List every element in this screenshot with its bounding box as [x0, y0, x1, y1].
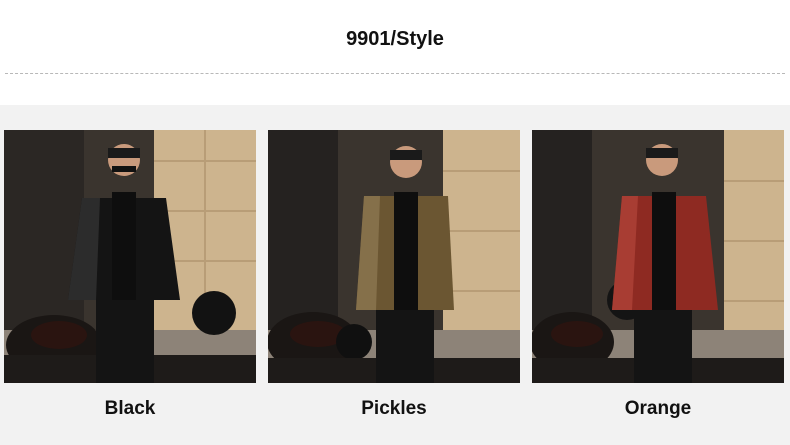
- dashed-divider: [5, 73, 785, 74]
- page-title: 9901/Style: [346, 28, 444, 50]
- header: 9901/Style: [0, 0, 790, 105]
- variant-label-orange: Orange: [624, 398, 692, 419]
- product-photo-pickles[interactable]: [268, 130, 520, 383]
- model-photo-illustration: [532, 130, 784, 383]
- model-photo-illustration: [268, 130, 520, 383]
- product-photo-black[interactable]: [4, 130, 256, 383]
- variant-label-black: Black: [104, 398, 156, 419]
- variant-label-pickles: Pickles: [361, 398, 427, 419]
- model-photo-illustration: [4, 130, 256, 383]
- product-photo-orange[interactable]: [532, 130, 784, 383]
